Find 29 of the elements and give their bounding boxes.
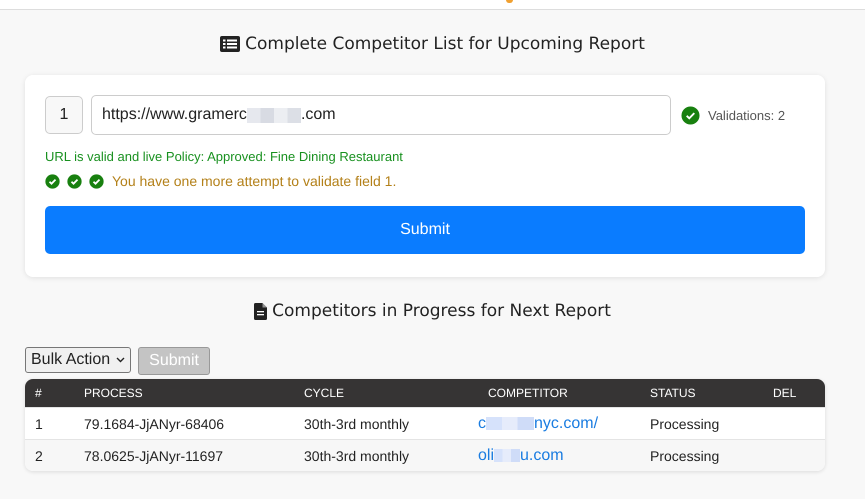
validations-count: Validations: 2 — [708, 108, 786, 122]
column-header: STATUS — [649, 386, 697, 400]
column-header: COMPETITOR — [487, 386, 569, 400]
section-title: Complete Competitor List for Upcoming Report — [245, 34, 645, 54]
table-cell-text: 30th-3rd monthly — [303, 416, 410, 432]
competitor-link[interactable]: c nyc.com/ — [478, 414, 598, 432]
section-title: Competitors in Progress for Next Report — [272, 301, 611, 321]
table-cell-text: 2 — [34, 448, 44, 464]
table-cell-text: 79.1684-JjANyr-68406 — [83, 416, 226, 432]
competitor-link[interactable]: oli u.com — [478, 446, 564, 464]
validation-message: URL is valid and live Policy: Approved: Fine Dining Restaurant — [45, 149, 404, 164]
url-input-field[interactable]: https://www.gramerc .com — [91, 95, 671, 135]
table-cell-text: 30th-3rd monthly — [303, 448, 410, 464]
bulk-action-dropdown[interactable]: Bulk Action — [25, 347, 132, 373]
attempt-message: You have one more attempt to validate field 1. — [112, 173, 396, 189]
caret-icon — [116, 357, 126, 363]
table-cell-text: Processing — [649, 416, 720, 432]
header-mark — [506, 0, 513, 3]
submit-button[interactable]: Submit — [45, 206, 805, 254]
list-icon — [220, 36, 240, 52]
column-header: # — [34, 386, 43, 400]
table-cell-text: 78.0625-JjANyr-11697 — [83, 448, 224, 464]
field-index: 1 — [45, 96, 83, 134]
column-header: CYCLE — [303, 386, 346, 400]
document-icon — [254, 302, 268, 320]
column-header: DEL — [772, 386, 798, 400]
table-cell-text: Processing — [649, 448, 720, 464]
column-header: PROCESS — [83, 386, 144, 400]
table-cell-text: 1 — [34, 416, 44, 432]
